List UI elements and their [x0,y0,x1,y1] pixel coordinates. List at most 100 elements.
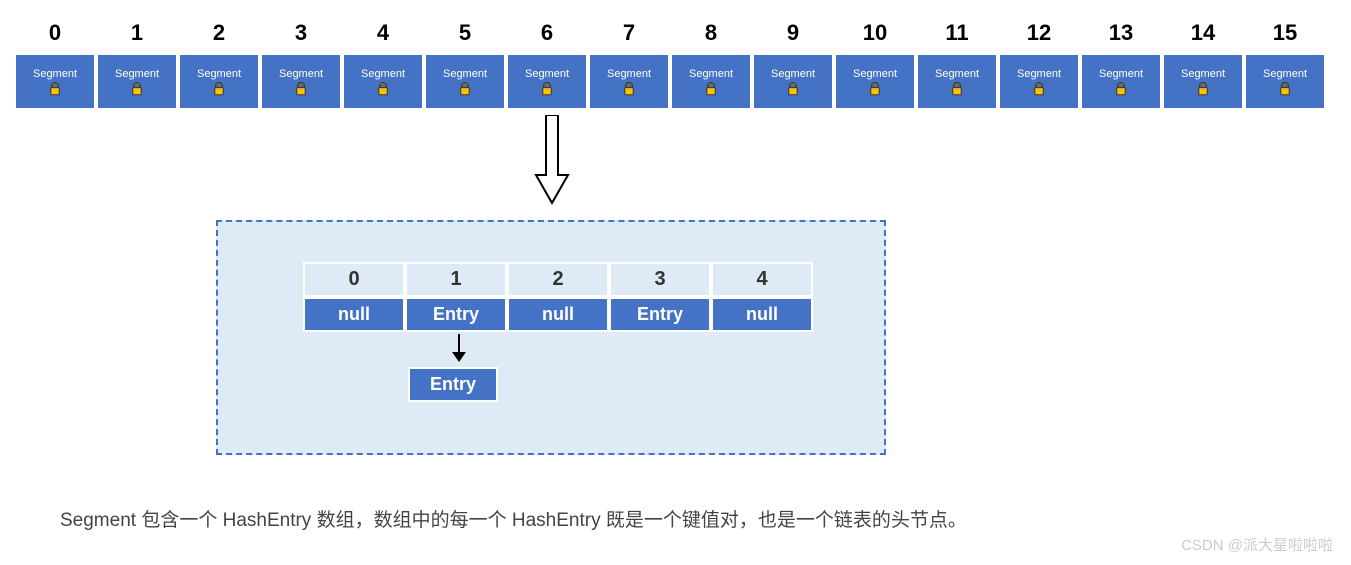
lock-icon [1278,82,1292,96]
entry-body-row: null Entry null Entry null [303,297,813,332]
segment-col: 2 Segment [179,20,259,109]
segment-label: Segment [1099,68,1143,80]
segment-index: 6 [541,20,553,46]
segment-label: Segment [935,68,979,80]
segment-label: Segment [853,68,897,80]
segment-index: 0 [49,20,61,46]
segment-label: Segment [607,68,651,80]
segment-col: 8 Segment [671,20,751,109]
entry-body-cell: Entry [609,297,711,332]
segment-index: 15 [1273,20,1297,46]
hash-entry-array: 0 1 2 3 4 null Entry null Entry null [303,262,813,332]
segment-box: Segment [261,54,341,109]
lock-icon [540,82,554,96]
lock-icon [950,82,964,96]
segment-index: 4 [377,20,389,46]
segment-label: Segment [443,68,487,80]
entry-header-cell: 2 [507,262,609,297]
lock-icon [458,82,472,96]
segment-box: Segment [753,54,833,109]
segment-index: 14 [1191,20,1215,46]
segment-label: Segment [33,68,77,80]
segment-box: Segment [671,54,751,109]
segment-box: Segment [179,54,259,109]
entry-body-cell: null [303,297,405,332]
segments-row: 0 Segment 1 Segment 2 Segment 3 Segment … [0,20,1351,109]
segment-index: 7 [623,20,635,46]
entry-header-cell: 1 [405,262,507,297]
segment-box: Segment [999,54,1079,109]
entry-header-cell: 4 [711,262,813,297]
segment-col: 3 Segment [261,20,341,109]
segment-box: Segment [1081,54,1161,109]
segment-col: 11 Segment [917,20,997,109]
segment-label: Segment [279,68,323,80]
segment-box: Segment [1245,54,1325,109]
segment-box: Segment [917,54,997,109]
segment-index: 10 [863,20,887,46]
lock-icon [786,82,800,96]
segment-index: 8 [705,20,717,46]
segment-col: 12 Segment [999,20,1079,109]
segment-box: Segment [507,54,587,109]
segment-col: 0 Segment [15,20,95,109]
segment-box: Segment [589,54,669,109]
lock-icon [376,82,390,96]
lock-icon [294,82,308,96]
segment-index: 9 [787,20,799,46]
lock-icon [622,82,636,96]
segment-box: Segment [343,54,423,109]
segment-index: 2 [213,20,225,46]
segment-label: Segment [361,68,405,80]
lock-icon [1032,82,1046,96]
lock-icon [130,82,144,96]
segment-col: 5 Segment [425,20,505,109]
segment-index: 5 [459,20,471,46]
entry-body-cell: null [711,297,813,332]
entry-header-cell: 3 [609,262,711,297]
lock-icon [212,82,226,96]
segment-index: 13 [1109,20,1133,46]
entry-body-cell: null [507,297,609,332]
segment-col: 1 Segment [97,20,177,109]
segment-col: 13 Segment [1081,20,1161,109]
segment-label: Segment [689,68,733,80]
segment-col: 6 Segment [507,20,587,109]
segment-index: 3 [295,20,307,46]
watermark: CSDN @派大星啦啦啦 [1181,534,1333,555]
segment-index: 11 [945,20,968,46]
segment-col: 9 Segment [753,20,833,109]
segment-box: Segment [97,54,177,109]
segment-col: 15 Segment [1245,20,1325,109]
entry-body-cell: Entry [405,297,507,332]
lock-icon [704,82,718,96]
entry-header-cell: 0 [303,262,405,297]
segment-label: Segment [525,68,569,80]
segment-label: Segment [197,68,241,80]
segment-index: 12 [1027,20,1051,46]
lock-icon [868,82,882,96]
segment-col: 10 Segment [835,20,915,109]
diagram-caption: Segment 包含一个 HashEntry 数组，数组中的每一个 HashEn… [60,505,967,532]
segment-label: Segment [1181,68,1225,80]
arrow-down-icon [532,115,572,205]
linked-entry-node: Entry [408,367,498,402]
entry-header-row: 0 1 2 3 4 [303,262,813,297]
lock-icon [1196,82,1210,96]
segment-box: Segment [15,54,95,109]
arrow-down-icon [450,334,468,362]
segment-box: Segment [835,54,915,109]
segment-col: 14 Segment [1163,20,1243,109]
segment-box: Segment [1163,54,1243,109]
segment-label: Segment [115,68,159,80]
segment-col: 7 Segment [589,20,669,109]
segment-box: Segment [425,54,505,109]
segment-detail-panel: 0 1 2 3 4 null Entry null Entry null Ent… [216,220,886,455]
segment-label: Segment [771,68,815,80]
lock-icon [1114,82,1128,96]
segment-col: 4 Segment [343,20,423,109]
segment-label: Segment [1263,68,1307,80]
segment-index: 1 [131,20,143,46]
lock-icon [48,82,62,96]
segment-label: Segment [1017,68,1061,80]
